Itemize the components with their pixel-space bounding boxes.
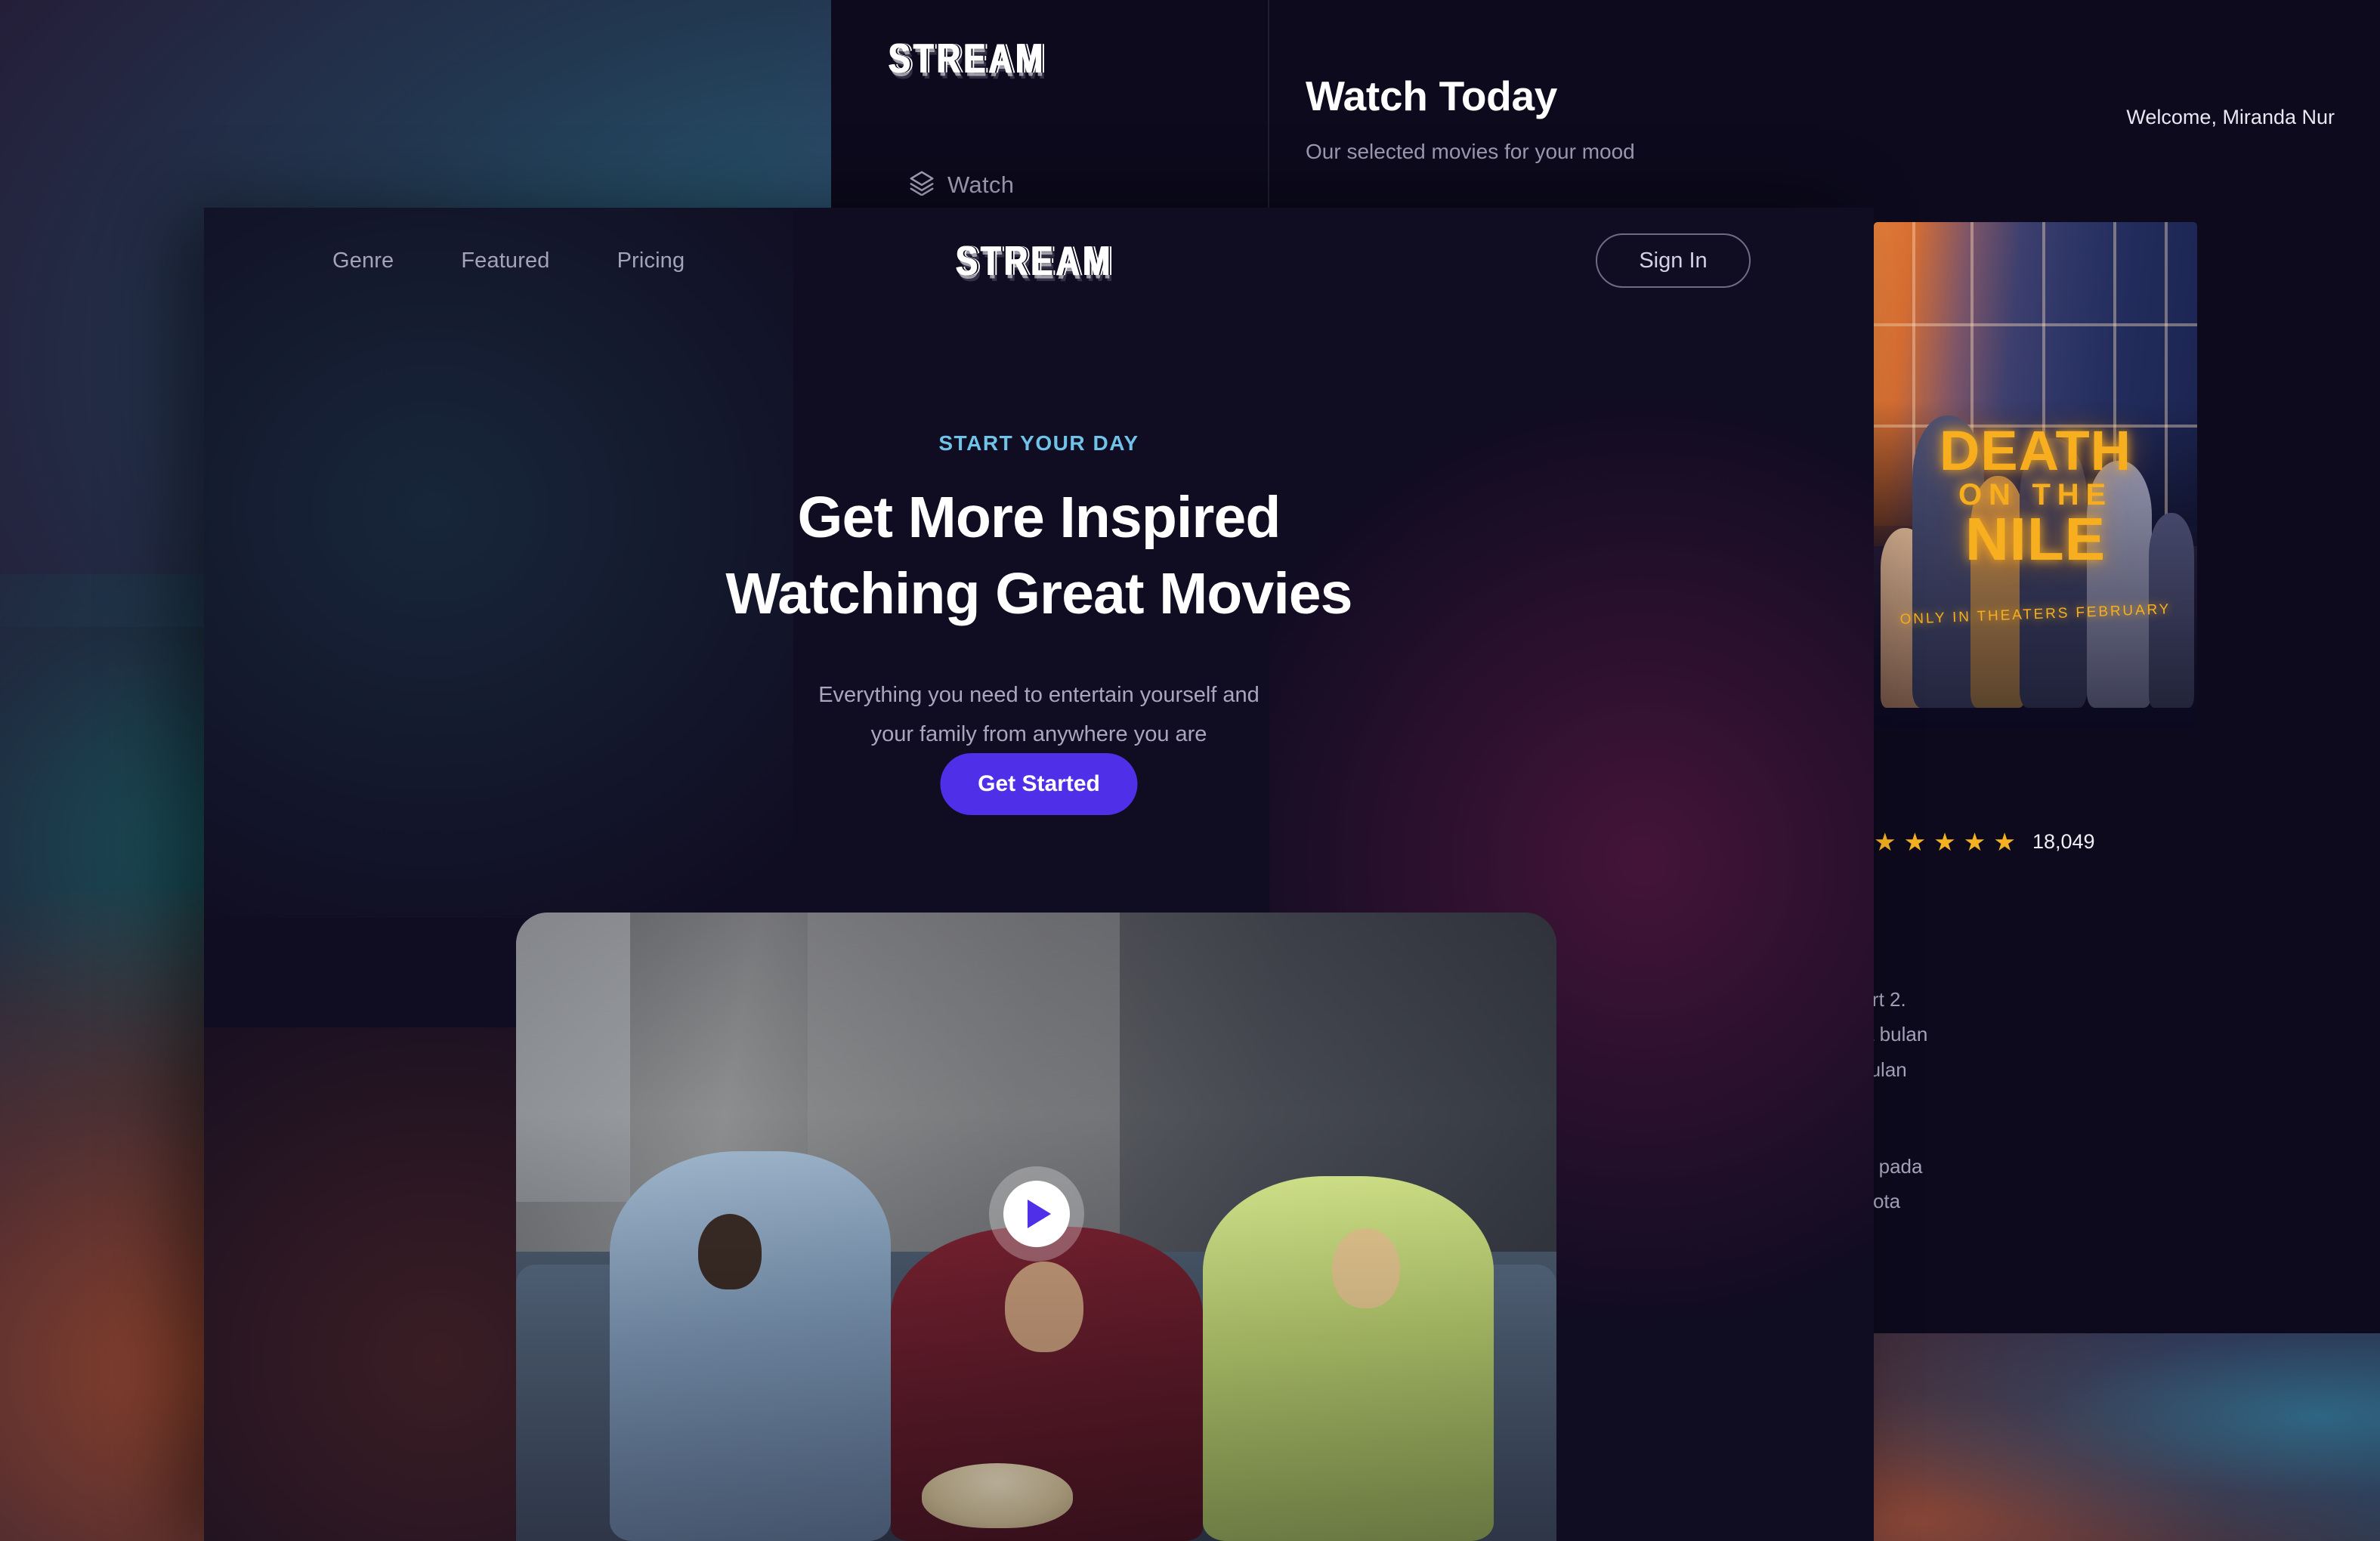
landing-page-window: Genre Featured Pricing STREAM Sign In ST…: [204, 208, 1874, 1541]
navbar: Genre Featured Pricing STREAM Sign In: [204, 208, 1874, 313]
sidebar-item-watch[interactable]: Watch: [909, 170, 1014, 199]
dashboard-header: Watch Today Our selected movies for your…: [1306, 72, 1635, 164]
star-icon: ★: [1993, 828, 2016, 856]
hero-headline-line2: Watching Great Movies: [725, 561, 1352, 626]
play-button[interactable]: [988, 1166, 1084, 1262]
hero-eyebrow: START YOUR DAY: [938, 431, 1139, 455]
rating-count: 18,049: [2032, 830, 2095, 853]
hero-headline: Get More Inspired Watching Great Movies: [204, 480, 1874, 632]
welcome-greeting: Welcome, Miranda Nur: [2126, 106, 2335, 128]
rating-row: ★ ★ ★ ★ ★ 18,049: [1874, 829, 2095, 854]
star-icon: ★: [1903, 828, 1927, 856]
nav-links: Genre Featured Pricing: [332, 249, 685, 273]
play-icon: [1027, 1200, 1051, 1229]
gradient-panel-bottom-right: [1874, 1333, 2380, 1541]
poster-title: DEATH ON THE NILE: [1874, 419, 2197, 573]
layers-icon: [909, 170, 935, 199]
hero-subtext: Everything you need to entertain yoursel…: [204, 676, 1874, 754]
sidebar-item-watch-label: Watch: [947, 171, 1015, 198]
poster-title-line3: NILE: [1964, 505, 2106, 573]
poster-artwork: DEATH ON THE NILE ONLY IN THEATERS FEBRU…: [1874, 222, 2197, 728]
sign-in-button[interactable]: Sign In: [1596, 233, 1751, 288]
hero-subtext-line2: your family from anywhere you are: [870, 721, 1207, 746]
star-icon: ★: [1963, 828, 1986, 856]
nav-link-featured[interactable]: Featured: [461, 249, 549, 273]
get-started-button[interactable]: Get Started: [940, 753, 1138, 815]
dashboard-logo[interactable]: STREAM: [887, 34, 1046, 82]
page-title: Watch Today: [1306, 73, 1558, 119]
page-subtitle: Our selected movies for your mood: [1306, 140, 1635, 163]
play-button-circle: [1003, 1181, 1070, 1248]
hero-subtext-line1: Everything you need to entertain yoursel…: [818, 683, 1260, 707]
screen: STREAM Watch Watch Today Our selected mo…: [0, 0, 2380, 1541]
hero-headline-line1: Get More Inspired: [797, 485, 1281, 550]
hero-video-thumbnail[interactable]: [516, 913, 1556, 1541]
movie-poster-card[interactable]: DEATH ON THE NILE ONLY IN THEATERS FEBRU…: [1874, 222, 2197, 728]
site-logo[interactable]: STREAM: [954, 236, 1113, 285]
dashboard-topbar: STREAM Watch Watch Today Our selected mo…: [831, 0, 2380, 214]
nav-link-genre[interactable]: Genre: [332, 249, 394, 273]
star-icon: ★: [1933, 828, 1956, 856]
poster-title-line1: DEATH: [1939, 419, 2132, 482]
topbar-divider: [1268, 0, 1269, 214]
nav-link-pricing[interactable]: Pricing: [617, 249, 685, 273]
star-icon: ★: [1874, 828, 1896, 856]
